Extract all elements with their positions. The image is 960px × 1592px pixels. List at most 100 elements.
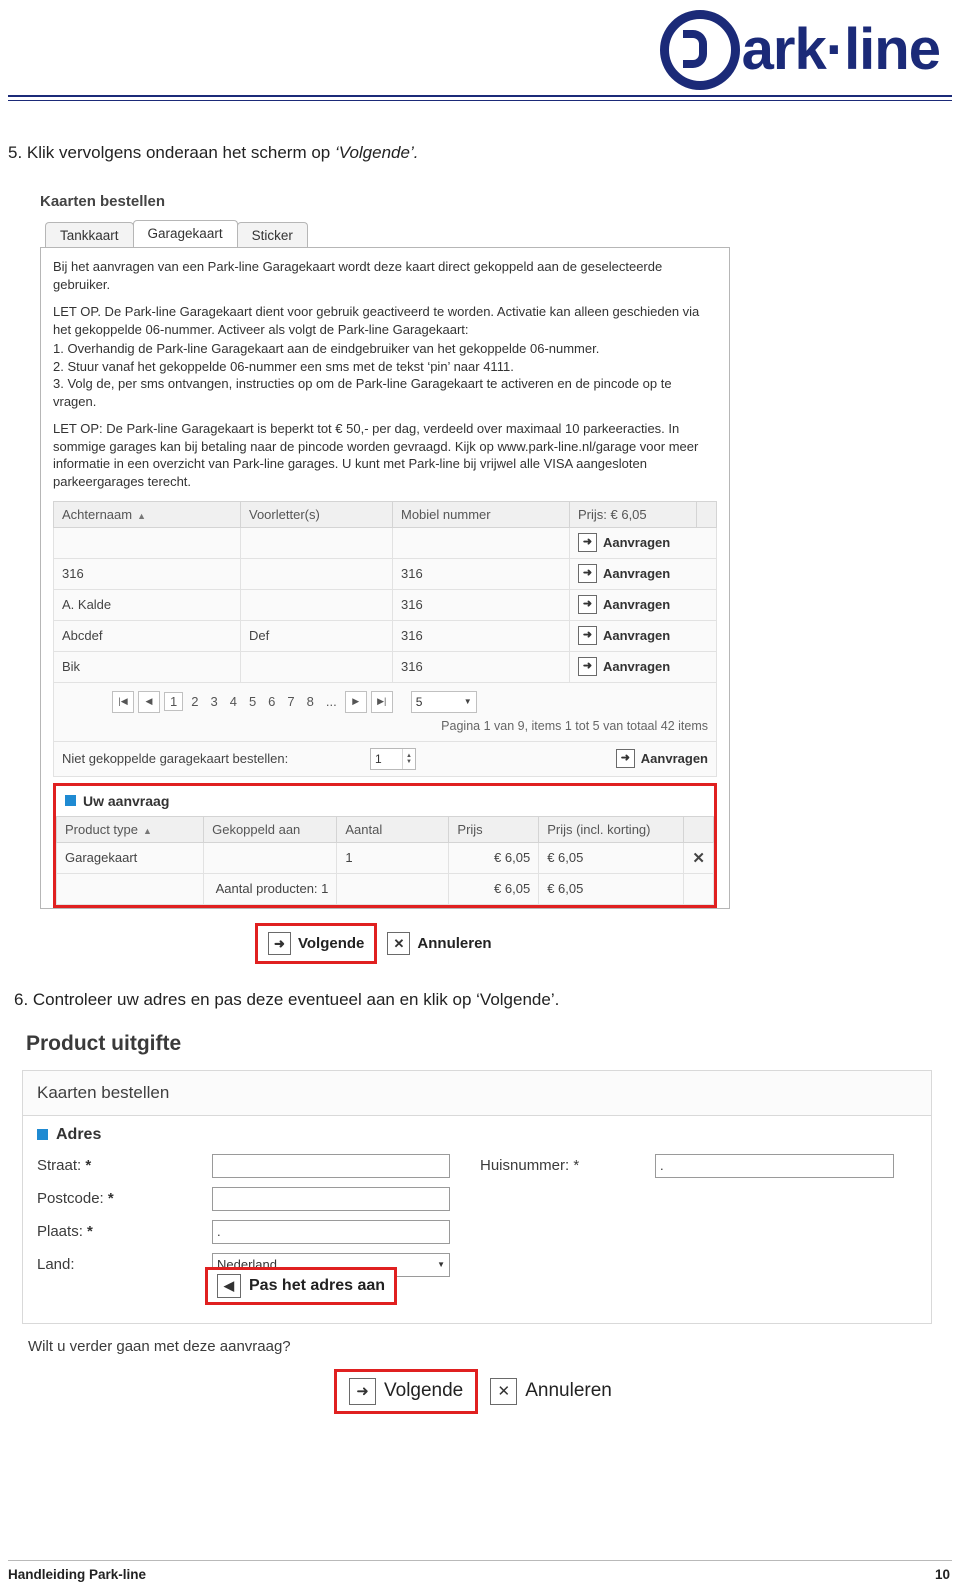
shot2-title: Product uitgifte [26,1031,182,1055]
col-gekoppeld-aan[interactable]: Gekoppeld aan [203,815,338,843]
collapse-box-icon[interactable] [65,795,76,807]
header-divider [8,95,952,97]
cell-action[interactable]: ➜ Aanvragen [569,650,717,683]
pas-adres-wrap: ◀ Pas het adres aan [205,1266,917,1305]
plaats-row: Plaats: * [37,1219,917,1244]
page-size-select[interactable]: 5 ▼ [410,690,477,713]
adres-section-label: Adres [56,1125,102,1143]
pager-ellipsis[interactable]: ... [322,694,341,709]
pager-page-7[interactable]: 7 [283,694,298,709]
pager: |◀ ◀ 1 2 3 4 5 6 7 8 ... ▶ ▶| 5 ▼ [62,690,708,713]
postcode-label-text: Postcode: [37,1190,104,1208]
volgende-button[interactable]: ➜ Volgende [255,922,378,964]
pager-prev-button[interactable]: ◀ [138,690,160,713]
total-spacer-1 [55,872,205,905]
confirm-question: Wilt u verder gaan met deze aanvraag? [28,1337,291,1355]
col-aantal[interactable]: Aantal [336,815,450,843]
huisnummer-input[interactable] [655,1153,894,1178]
aanvragen-button[interactable]: ➜ Aanvragen [578,626,708,646]
annuleren-button[interactable]: ✕ Annuleren [377,926,501,961]
aanvragen-button[interactable]: ➜ Aanvragen [578,533,708,553]
page-header: ark·line [0,0,960,95]
logo-p-icon [659,10,740,90]
quantity-value: 1 [375,751,382,766]
stepper-arrows-icon[interactable]: ▲ ▼ [402,748,415,769]
remove-row-button[interactable]: ✕ [683,841,714,874]
pager-page-6[interactable]: 6 [264,694,279,709]
pager-page-3[interactable]: 3 [206,694,221,709]
aanvragen-label: Aanvragen [603,566,671,582]
arrow-right-icon: ➜ [578,626,597,646]
cell-action[interactable]: ➜ Aanvragen [569,557,717,590]
cell-voorletters [240,526,393,559]
col-product-type[interactable]: Product type ▲ [55,815,205,843]
cell-achternaam [53,526,241,559]
cell-mobiel: 316 [392,557,570,590]
volgende-label-2: Volgende [384,1380,464,1402]
shot2-button-row: ➜ Volgende ✕ Annuleren [334,1368,932,1414]
tab-sticker[interactable]: Sticker [236,222,308,247]
col-prijs-korting[interactable]: Prijs (incl. korting) [538,815,685,843]
plaats-input[interactable] [212,1219,450,1244]
footer-page-number: 10 [934,1567,950,1582]
tab-garagekaart[interactable]: Garagekaart [132,220,238,247]
adres-section-header: Adres [37,1126,917,1144]
aanvragen-button[interactable]: ➜ Aanvragen [578,657,708,677]
table-row[interactable]: Bik 316 ➜ Aanvragen [53,650,717,683]
table-row[interactable]: Abcdef Def 316 ➜ Aanvragen [53,619,717,652]
tab-tankkaart[interactable]: Tankkaart [45,222,134,247]
straat-input[interactable] [212,1153,450,1178]
col-prijs: Prijs: € 6,05 [569,500,697,528]
panel-paragraph-1: Bij het aanvragen van een Park-line Gara… [53,259,663,292]
plaats-label: Plaats: * [37,1223,212,1240]
cell-action[interactable]: ➜ Aanvragen [569,588,717,621]
aanvraag-header-row: Product type ▲ Gekoppeld aan Aantal Prijs… [55,815,714,843]
col-mobiel[interactable]: Mobiel nummer [392,500,570,528]
pager-last-button[interactable]: ▶| [370,690,393,713]
pager-page-4[interactable]: 4 [226,694,241,709]
pager-info: Pagina 1 van 9, items 1 tot 5 van totaal… [441,718,708,733]
niet-gekoppelde-aanvragen-button[interactable]: ➜ Aanvragen [615,749,708,769]
adres-block: Adres Straat: * Huisnummer: * Postcode: … [22,1115,932,1324]
col-prijs-2[interactable]: Prijs [448,815,540,843]
volgende-button-2[interactable]: ➜ Volgende [334,1368,479,1414]
pager-page-2[interactable]: 2 [187,694,202,709]
annuleren-button-2[interactable]: ✕ Annuleren [478,1372,624,1411]
aanvragen-label: Aanvragen [640,751,708,767]
table-row[interactable]: ➜ Aanvragen [53,526,717,559]
panel-step-1: 1. Overhandig de Park-line Garagekaart a… [53,341,600,357]
aanvragen-button[interactable]: ➜ Aanvragen [578,564,708,584]
pager-page-1[interactable]: 1 [164,692,184,712]
page-size-value: 5 [415,694,423,709]
cell-achternaam: Abcdef [53,619,241,652]
aanvragen-button[interactable]: ➜ Aanvragen [578,595,708,615]
panel-paragraph-2: LET OP. De Park-line Garagekaart dient v… [53,304,700,337]
cell-action[interactable]: ➜ Aanvragen [569,526,717,559]
uw-aanvraag-title: Uw aanvraag [83,792,170,809]
pas-het-adres-aan-label: Pas het adres aan [249,1276,386,1294]
chevron-down-icon: ▼ [463,697,472,707]
pager-page-8[interactable]: 8 [303,694,318,709]
cell-aantal: 1 [336,841,450,874]
aanvragen-label: Aanvragen [603,659,671,675]
col-achternaam[interactable]: Achternaam ▲ [53,500,241,528]
uw-aanvraag-highlight: Uw aanvraag Product type ▲ Gekoppeld aan … [53,782,717,908]
step-6-emphasis: ‘Volgende’. [476,989,560,1009]
step-6-label: 6. Controleer uw adres en pas deze event… [14,989,477,1009]
quantity-stepper[interactable]: 1 ▲ ▼ [370,747,416,770]
pas-het-adres-aan-button[interactable]: ◀ Pas het adres aan [205,1266,398,1305]
cell-achternaam: 316 [53,557,241,590]
table-row[interactable]: A. Kaldе 316 ➜ Aanvragen [53,588,717,621]
total-prijs-korting: € 6,05 [538,872,685,905]
cell-action[interactable]: ➜ Aanvragen [569,619,717,652]
sort-asc-icon: ▲ [143,825,152,836]
col-remove [683,815,714,843]
pager-next-button[interactable]: ▶ [344,690,367,713]
collapse-box-icon[interactable] [37,1129,48,1141]
pager-page-5[interactable]: 5 [245,694,260,709]
table-row[interactable]: 316 316 ➜ Aanvragen [53,557,717,590]
col-voorletters[interactable]: Voorletter(s) [240,500,393,528]
pager-first-button[interactable]: |◀ [112,690,134,713]
postcode-input[interactable] [212,1186,450,1211]
garagekaart-panel: Bij het aanvragen van een Park-line Gara… [40,247,730,909]
